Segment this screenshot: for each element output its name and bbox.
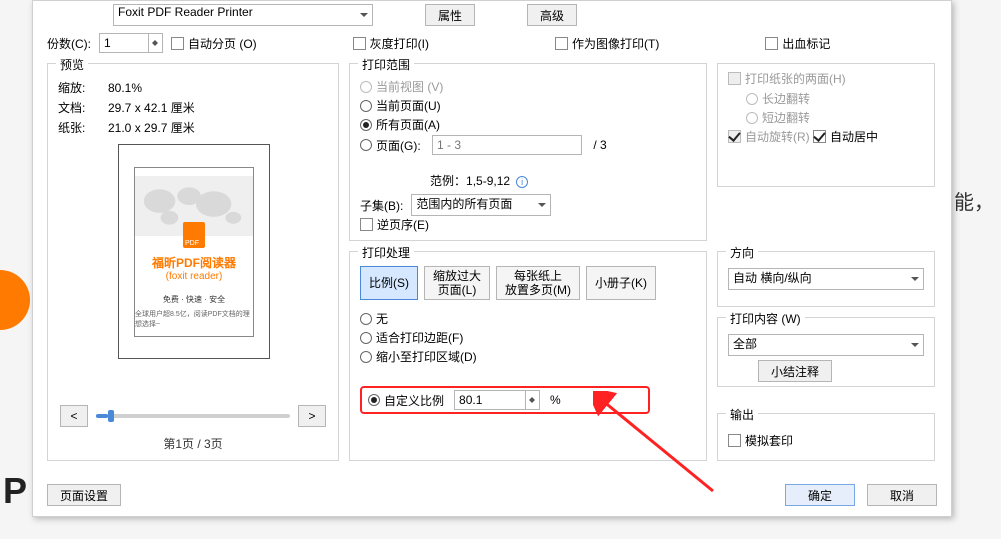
content-select[interactable]: 全部 [728,334,924,356]
info-icon[interactable]: i [516,176,528,188]
range-all-pages-radio[interactable]: 所有页面(A) [360,116,607,133]
custom-scale-highlight: 自定义比例 % [360,386,650,414]
print-handling-group: 打印处理 比例(S) 缩放过大 页面(L) 每张纸上 放置多页(M) 小册子(K… [349,251,707,461]
tab-multiple[interactable]: 每张纸上 放置多页(M) [496,266,580,300]
page-setup-button[interactable]: 页面设置 [47,484,121,506]
scale-shrink-radio[interactable]: 缩小至打印区域(D) [360,348,477,365]
scale-custom-radio[interactable]: 自定义比例 [368,392,444,409]
summarize-comments-button[interactable]: 小结注释 [758,360,832,382]
thumb-subtitle: (foxit reader) [166,271,223,282]
preview-group: 预览 缩放:80.1% 文档:29.7 x 42.1 厘米 纸张:21.0 x … [47,63,339,461]
preview-thumbnail: 福昕PDF阅读器 (foxit reader) 免费 · 快速 · 安全 全球用… [118,144,270,359]
flip-long-radio: 长边翻转 [746,90,878,107]
orientation-title: 方向 [726,244,758,261]
pages-example: 范例：1,5-9,12i [430,172,528,189]
tab-booklet[interactable]: 小册子(K) [586,266,656,300]
range-pages-radio[interactable]: 页面(G): / 3 [360,135,607,155]
bleed-mark-checkbox[interactable]: 出血标记 [765,35,830,52]
cancel-button[interactable]: 取消 [867,484,937,506]
reverse-order-checkbox[interactable]: 逆页序(E) [360,216,429,233]
scale-fit-radio[interactable]: 适合打印边距(F) [360,329,477,346]
properties-button[interactable]: 属性 [425,4,475,26]
thumb-tagline: 免费 · 快速 · 安全 [163,294,225,305]
background-letter: P [3,470,27,512]
pdf-badge-icon [183,222,205,248]
content-title: 打印内容 (W) [726,310,805,327]
spin-down-icon[interactable] [525,400,539,409]
pages-total: / 3 [593,138,606,152]
subset-label: 子集(B): [360,197,403,214]
ok-button[interactable]: 确定 [785,484,855,506]
tab-scale[interactable]: 比例(S) [360,266,418,300]
subset-select[interactable]: 范围内的所有页面 [411,194,551,216]
print-content-group: 打印内容 (W) 全部 小结注释 [717,317,935,387]
orientation-select[interactable]: 自动 横向/纵向 [728,268,924,290]
custom-scale-spinner[interactable] [454,390,540,410]
copies-spinner[interactable] [99,33,163,53]
copies-input[interactable] [100,34,148,52]
auto-collate-checkbox[interactable]: 自动分页 (O) [171,35,257,52]
percent-label: % [550,393,561,407]
auto-center-checkbox[interactable]: 自动居中 [813,128,878,145]
auto-rotate-checkbox: 自动旋转(R) [728,128,810,145]
thumb-desc: 全球用户超8.5亿，阅读PDF文档的理想选择~ [135,309,253,329]
print-dialog: Foxit PDF Reader Printer 属性 高级 份数(C): 自动… [32,0,952,517]
next-page-button[interactable]: > [298,405,326,427]
spin-up-icon[interactable] [148,34,162,43]
print-range-group: 打印范围 当前视图 (V) 当前页面(U) 所有页面(A) 页面(G): / 3… [349,63,707,241]
pages-input[interactable] [432,135,582,155]
duplex-group: 打印纸张的两面(H) 长边翻转 短边翻转 自动旋转(R) 自动居中 [717,63,935,187]
spin-down-icon[interactable] [148,43,162,52]
printer-select[interactable]: Foxit PDF Reader Printer [113,4,373,26]
page-indicator: 第1页 / 3页 [163,435,222,452]
orientation-group: 方向 自动 横向/纵向 [717,251,935,307]
output-group: 输出 模拟套印 [717,413,935,461]
print-as-image-checkbox[interactable]: 作为图像打印(T) [555,35,659,52]
copies-label: 份数(C): [47,35,91,52]
grayscale-checkbox[interactable]: 灰度打印(I) [353,35,429,52]
tab-shrink[interactable]: 缩放过大 页面(L) [424,266,490,300]
simulate-overprint-checkbox[interactable]: 模拟套印 [728,432,793,449]
thumb-title: 福昕PDF阅读器 [152,254,236,271]
scale-none-radio[interactable]: 无 [360,310,477,327]
advanced-button[interactable]: 高级 [527,4,577,26]
handling-title: 打印处理 [358,244,414,261]
preview-title: 预览 [56,56,88,73]
output-title: 输出 [726,406,758,423]
duplex-checkbox: 打印纸张的两面(H) [728,70,846,87]
preview-info: 缩放:80.1% 文档:29.7 x 42.1 厘米 纸张:21.0 x 29.… [58,78,195,138]
page-slider[interactable] [96,414,290,418]
background-text: 能， [954,186,994,215]
spin-up-icon[interactable] [525,391,539,400]
flip-short-radio: 短边翻转 [746,109,878,126]
range-current-page-radio[interactable]: 当前页面(U) [360,97,607,114]
prev-page-button[interactable]: < [60,405,88,427]
range-title: 打印范围 [358,56,414,73]
range-current-view-radio: 当前视图 (V) [360,78,607,95]
custom-scale-input[interactable] [455,391,525,409]
